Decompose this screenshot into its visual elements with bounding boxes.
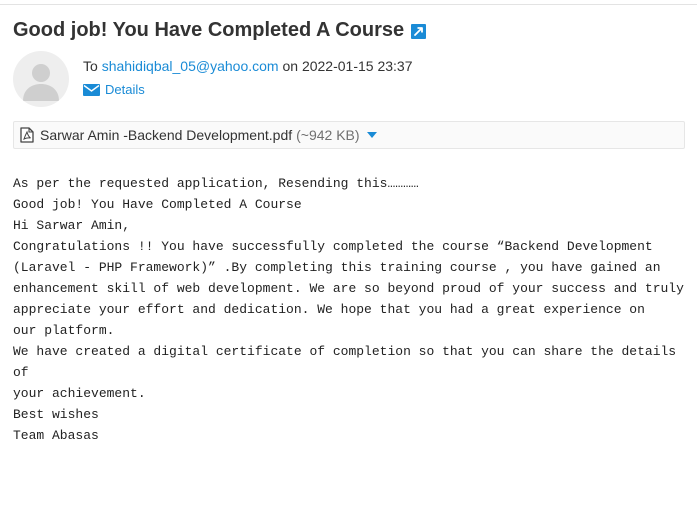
recipient-email-link[interactable]: shahidiqbal_05@yahoo.com (102, 58, 279, 74)
body-line: We have created a digital certificate of… (13, 344, 684, 380)
attachment-filename: Sarwar Amin -Backend Development.pdf (40, 127, 293, 143)
details-label: Details (105, 82, 145, 97)
pdf-file-icon (20, 127, 34, 143)
body-line: As per the requested application, Resend… (13, 176, 419, 191)
to-label: To (83, 58, 98, 74)
recipient-line: To shahidiqbal_05@yahoo.com on 2022-01-1… (83, 58, 412, 74)
envelope-icon (83, 83, 100, 96)
body-line: Good job! You Have Completed A Course (13, 197, 302, 212)
attachment-size: (~942 KB) (296, 127, 360, 143)
message-subject: Good job! You Have Completed A Course (13, 19, 405, 41)
body-line: Best wishes (13, 407, 99, 422)
message-datetime: 2022-01-15 23:37 (301, 58, 413, 74)
caret-down-icon[interactable] (366, 132, 377, 138)
body-line: Team Abasas (13, 428, 99, 443)
open-external-icon[interactable] (411, 24, 427, 39)
on-label: on (282, 58, 299, 74)
sender-avatar (13, 51, 69, 107)
subject-row: Good job! You Have Completed A Course (13, 19, 427, 42)
attachment-item[interactable]: Sarwar Amin -Backend Development.pdf (~9… (13, 121, 685, 149)
top-border (0, 0, 697, 5)
message-body: As per the requested application, Resend… (13, 173, 693, 446)
body-line: your achievement. (13, 386, 146, 401)
body-line: our platform. (13, 323, 115, 338)
body-line: Hi Sarwar Amin, (13, 218, 131, 233)
details-link[interactable]: Details (83, 82, 145, 97)
user-icon (23, 64, 59, 101)
body-line: Congratulations !! You have successfully… (13, 239, 692, 317)
